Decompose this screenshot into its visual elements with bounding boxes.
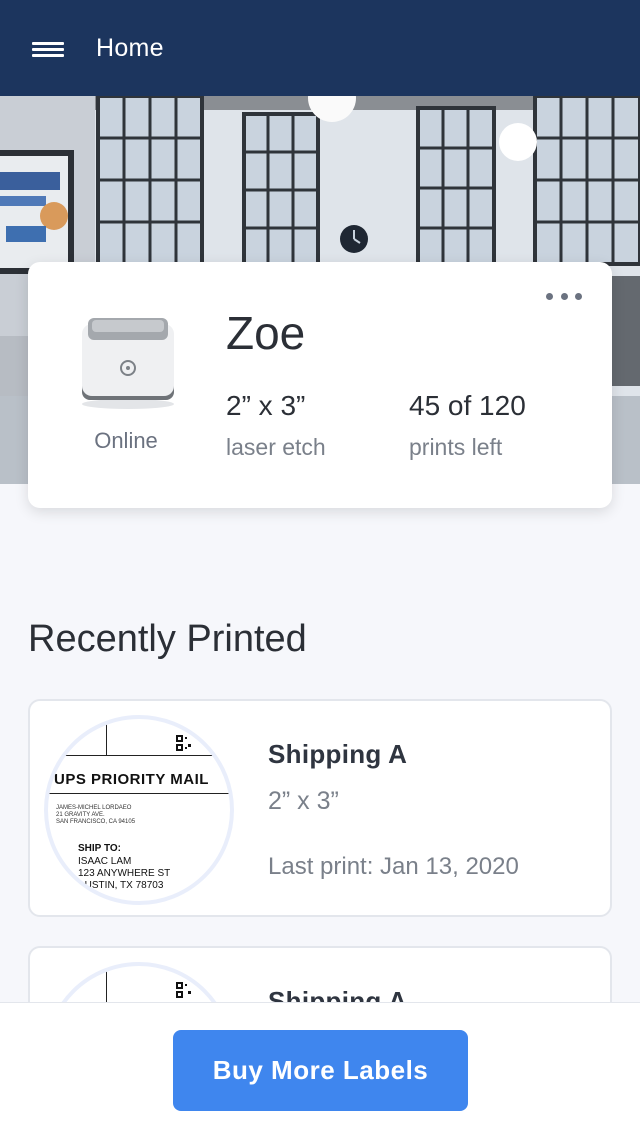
label-size: 2” x 3” xyxy=(226,390,306,421)
label-service: UPS PRIORITY MAIL xyxy=(54,771,209,788)
prints-count: 45 of 120 xyxy=(409,390,526,421)
recently-printed-heading: Recently Printed xyxy=(28,618,307,660)
label-divider xyxy=(106,719,107,755)
label-divider xyxy=(106,966,107,1002)
label-preview: UPS PRIORITY MAIL JAMES-MICHEL LORDAEO 2… xyxy=(44,715,234,905)
page-title: Home xyxy=(96,33,164,62)
more-options-icon[interactable] xyxy=(546,290,582,302)
printer-name: Zoe xyxy=(226,307,306,359)
printer-card[interactable]: Online Zoe 2” x 3” laser etch 45 of 120 … xyxy=(28,262,612,508)
hamburger-menu-icon[interactable] xyxy=(32,36,64,60)
label-from-address: JAMES-MICHEL LORDAEO 21 GRAVITY AVE. SAN… xyxy=(56,805,136,825)
label-divider xyxy=(48,793,230,794)
prints-caption: prints left xyxy=(409,434,503,460)
buy-more-labels-button[interactable]: Buy More Labels xyxy=(173,1030,468,1111)
label-name: Shipping A xyxy=(268,739,408,769)
qr-code-icon xyxy=(176,735,192,751)
label-type: laser etch xyxy=(226,434,326,460)
label-ship-to-address: ISAAC LAM 123 ANYWHERE ST AUSTIN, TX 787… xyxy=(78,856,171,891)
label-size: 2” x 3” xyxy=(268,787,339,815)
printer-status: Online xyxy=(94,428,158,453)
label-divider xyxy=(48,755,230,756)
recent-label-card[interactable]: UPS PRIORITY MAIL JAMES-MICHEL LORDAEO 2… xyxy=(28,699,612,917)
bottom-action-bar: Buy More Labels xyxy=(0,1002,640,1136)
printer-image xyxy=(82,318,174,409)
app-bar: Home xyxy=(0,0,640,96)
qr-code-icon xyxy=(176,982,192,998)
last-print-date: Last print: Jan 13, 2020 xyxy=(268,853,519,880)
label-ship-to-heading: SHIP TO: xyxy=(78,843,121,854)
